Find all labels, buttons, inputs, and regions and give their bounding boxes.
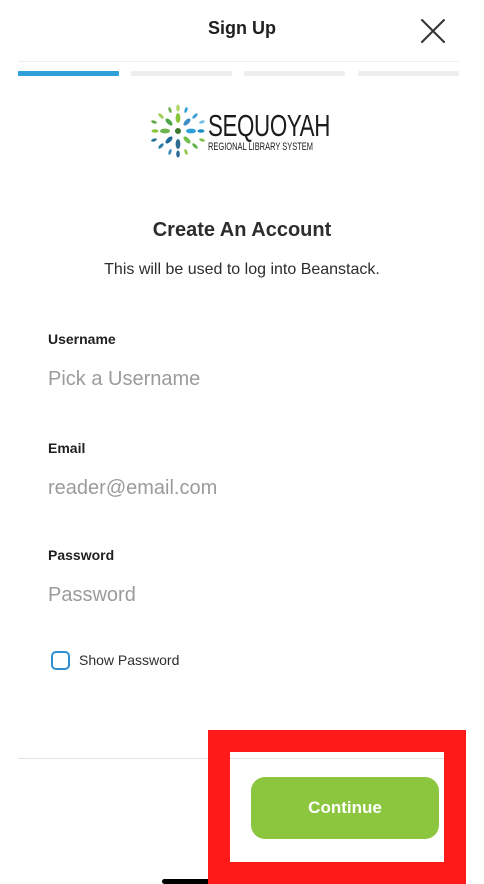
username-input[interactable] [48,362,438,396]
header: Sign Up [0,0,484,62]
show-password-checkbox[interactable] [51,650,70,670]
email-input[interactable] [48,471,438,505]
progress-step-4 [358,71,459,76]
page-title: Sign Up [208,18,276,38]
password-label: Password [48,547,115,563]
progress-step-1 [18,71,119,76]
home-indicator [162,879,212,884]
step-progress [18,71,459,77]
username-label: Username [48,331,116,347]
progress-step-2 [131,71,232,76]
close-icon [421,19,445,43]
password-input[interactable] [48,578,438,612]
tree-leaves-logo [151,104,205,158]
header-divider [18,61,459,62]
form-subheading: This will be used to log into Beanstack. [104,261,380,278]
show-password-toggle[interactable]: Show Password [51,648,179,672]
library-logo: SEQUOYAH REGIONAL LIBRARY SYSTEM [148,102,348,162]
email-label: Email [48,440,86,456]
logo-wordmark: SEQUOYAH [208,108,330,143]
progress-step-3 [244,71,345,76]
form-heading: Create An Account [152,219,332,241]
footer-divider [18,758,459,759]
continue-button[interactable]: Continue [251,777,439,839]
logo-subtitle: REGIONAL LIBRARY SYSTEM [208,141,314,153]
show-password-label: Show Password [79,652,180,668]
close-button[interactable] [416,14,450,48]
